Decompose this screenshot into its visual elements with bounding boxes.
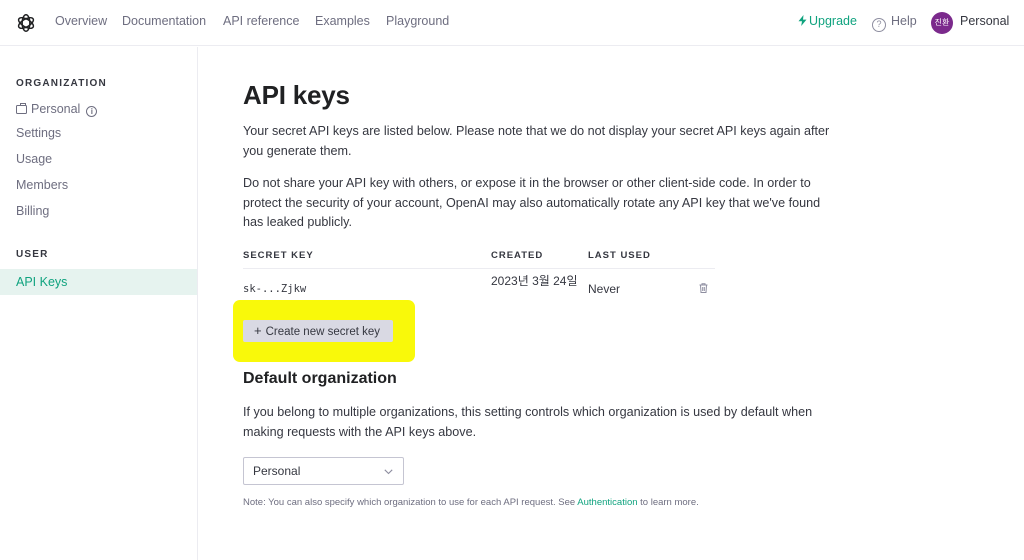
default-org-description: If you belong to multiple organizations,…: [243, 405, 813, 439]
note-text: Note: You can also specify which organiz…: [243, 497, 699, 508]
intro-text: Your secret API keys are listed below. P…: [243, 124, 830, 158]
avatar[interactable]: 진환: [931, 12, 953, 34]
table-divider: [243, 268, 715, 269]
note-suffix: to learn more.: [637, 497, 699, 508]
last-used-value: Never: [588, 282, 621, 296]
column-header-secret-key: SECRET KEY: [243, 250, 314, 261]
main-content: API keys Your secret API keys are listed…: [233, 47, 843, 560]
default-org-title: Default organization: [243, 370, 397, 387]
nav-overview[interactable]: Overview: [55, 14, 107, 28]
chevron-down-icon: [384, 469, 393, 475]
secret-key-value: sk-...Zjkw: [243, 283, 307, 295]
trash-icon[interactable]: [699, 283, 708, 293]
column-header-created: CREATED: [491, 250, 544, 261]
column-header-last-used: LAST USED: [588, 250, 651, 261]
sidebar-item-billing[interactable]: Billing: [16, 204, 49, 218]
sidebar-item-usage[interactable]: Usage: [16, 152, 52, 166]
sidebar-item-members[interactable]: Members: [16, 178, 68, 192]
plus-icon: +: [254, 323, 262, 338]
authentication-link[interactable]: Authentication: [577, 497, 637, 508]
openai-logo-icon[interactable]: [15, 12, 37, 34]
briefcase-icon: [16, 102, 27, 114]
lightning-icon: [798, 15, 807, 26]
upgrade-link[interactable]: Upgrade: [798, 14, 857, 28]
sidebar-item-api-keys[interactable]: API Keys: [0, 269, 197, 295]
nav-examples[interactable]: Examples: [315, 14, 370, 28]
nav-documentation[interactable]: Documentation: [122, 14, 206, 28]
nav-playground[interactable]: Playground: [386, 14, 449, 28]
nav-api-reference[interactable]: API reference: [223, 14, 299, 28]
sidebar-heading-organization: ORGANIZATION: [16, 78, 107, 89]
created-date: 2023년 3월 24일: [491, 274, 578, 288]
help-link[interactable]: ? Help: [872, 14, 917, 32]
create-secret-key-button[interactable]: + Create new secret key: [243, 320, 393, 342]
help-icon: ?: [872, 18, 886, 32]
account-name[interactable]: Personal: [960, 14, 1009, 28]
page-title: API keys: [243, 80, 350, 110]
note-prefix: Note: You can also specify which organiz…: [243, 497, 578, 508]
info-icon[interactable]: i: [86, 106, 98, 117]
sidebar: ORGANIZATION Personal i Settings Usage Me…: [0, 47, 198, 560]
default-org-select-value: Personal: [253, 464, 301, 478]
sidebar-heading-user: USER: [16, 249, 49, 260]
upgrade-label: Upgrade: [809, 14, 857, 28]
default-org-select[interactable]: Personal: [243, 457, 404, 485]
help-label: Help: [891, 14, 917, 28]
sidebar-org-name: Personal: [31, 102, 81, 116]
top-navbar: Overview Documentation API reference Exa…: [0, 0, 1024, 46]
sidebar-item-settings[interactable]: Settings: [16, 126, 61, 140]
warning-text: Do not share your API key with others, o…: [243, 176, 821, 229]
create-button-label: Create new secret key: [265, 326, 381, 338]
sidebar-item-org-personal[interactable]: Personal i: [16, 102, 98, 117]
